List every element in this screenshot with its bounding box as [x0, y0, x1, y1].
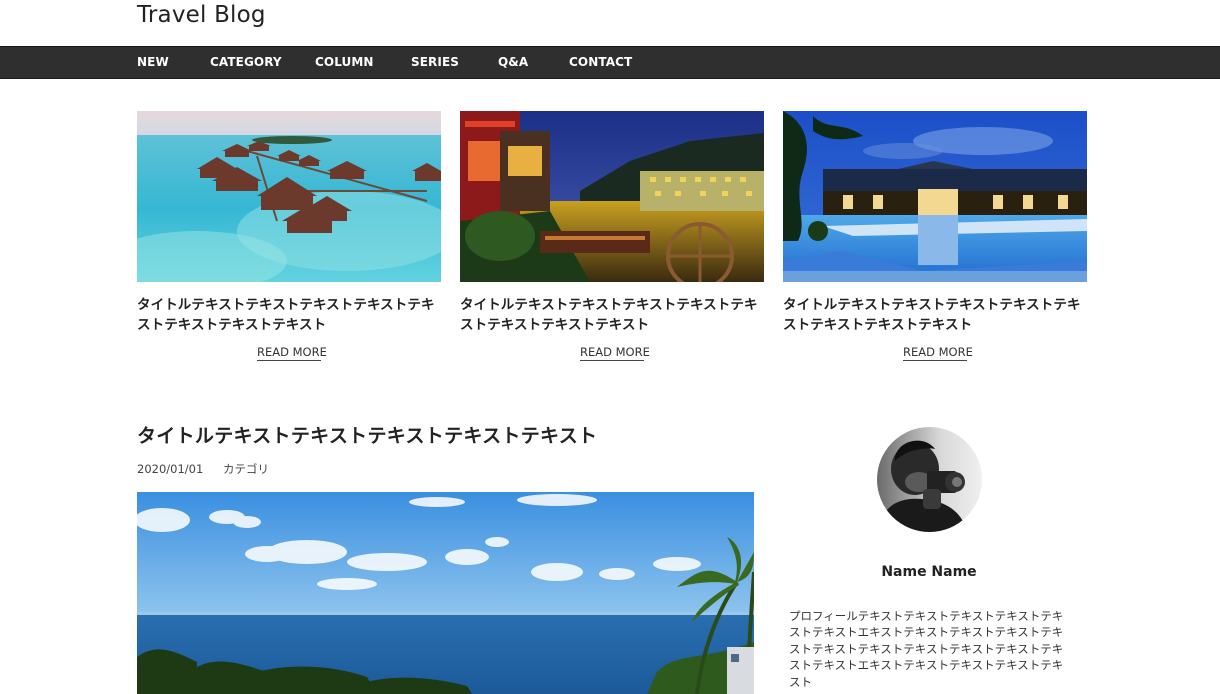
featured-card-image[interactable] — [137, 111, 441, 282]
profile-avatar — [877, 427, 982, 532]
profile-name: Name Name — [881, 564, 977, 580]
featured-card: タイトルテキストテキストテキストテキストテキストテキストテキストテキスト REA… — [783, 111, 1087, 361]
resort-pool-night-photo — [783, 111, 1087, 282]
nav-item-contact[interactable]: CONTACT — [569, 47, 632, 78]
post-hero-image — [137, 492, 754, 694]
post-title[interactable]: タイトルテキストテキストテキストテキストテキスト — [137, 421, 597, 448]
featured-card: タイトルテキストテキストテキストテキストテキストテキストテキストテキスト REA… — [137, 111, 441, 361]
post-category[interactable]: カテゴリ — [223, 462, 269, 476]
overwater-bungalows-photo — [137, 111, 441, 282]
nav-item-column[interactable]: COLUMN — [315, 47, 374, 78]
nav-item-qa[interactable]: Q&A — [498, 47, 528, 78]
site-header: Travel Blog — [0, 0, 1220, 46]
night-river-town-photo — [460, 111, 764, 282]
featured-card-title[interactable]: タイトルテキストテキストテキストテキストテキストテキストテキストテキスト — [137, 295, 441, 335]
profile-bio: プロフィールテキストテキストテキストテキストテキストテキストエキストテキストテキ… — [789, 609, 1064, 689]
featured-card: タイトルテキストテキストテキストテキストテキストテキストテキストテキスト REA… — [460, 111, 764, 361]
post-date: 2020/01/01 — [137, 462, 204, 476]
photographer-avatar-photo — [877, 427, 982, 532]
featured-card-image[interactable] — [783, 111, 1087, 282]
site-title[interactable]: Travel Blog — [137, 2, 266, 28]
featured-card-image[interactable] — [460, 111, 764, 282]
featured-card-title[interactable]: タイトルテキストテキストテキストテキストテキストテキストテキストテキスト — [460, 295, 764, 335]
read-more-link[interactable]: READ MORE — [257, 345, 327, 361]
nav-item-category[interactable]: CATEGORY — [210, 47, 282, 78]
read-more-link[interactable]: READ MORE — [580, 345, 650, 361]
nav-item-series[interactable]: SERIES — [411, 47, 459, 78]
main-navigation: NEW CATEGORY COLUMN SERIES Q&A CONTACT — [0, 46, 1220, 79]
nav-item-new[interactable]: NEW — [137, 47, 169, 78]
featured-card-title[interactable]: タイトルテキストテキストテキストテキストテキストテキストテキストテキスト — [783, 295, 1087, 335]
post-meta: 2020/01/01 カテゴリ — [137, 461, 269, 477]
ocean-palm-trees-photo — [137, 492, 754, 694]
read-more-link[interactable]: READ MORE — [903, 345, 973, 361]
